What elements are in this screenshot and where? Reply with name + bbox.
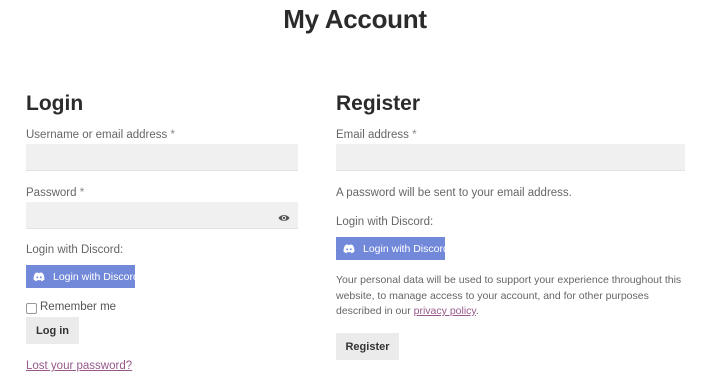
page-title: My Account [283, 4, 427, 34]
email-input[interactable] [336, 144, 685, 171]
password-input[interactable] [26, 202, 298, 229]
login-discord-button[interactable]: Login with Discord [26, 265, 139, 288]
username-input[interactable] [26, 144, 298, 171]
email-label: Email address * [336, 129, 417, 141]
username-label: Username or email address * [26, 129, 175, 141]
discord-icon [33, 271, 45, 282]
lost-password-link[interactable]: Lost your password? [26, 360, 132, 372]
remember-me-checkbox[interactable] [26, 303, 37, 314]
password-label-text: Password [26, 187, 77, 199]
register-discord-label: Login with Discord: [336, 216, 434, 228]
required-mark: * [79, 187, 85, 199]
discord-icon [343, 243, 355, 254]
privacy-policy-link[interactable]: privacy policy [414, 305, 476, 317]
login-discord-label: Login with Discord: [26, 244, 124, 256]
privacy-notice: Your personal data will be used to suppo… [336, 273, 685, 320]
required-mark: * [170, 129, 175, 141]
username-label-text: Username or email address [26, 129, 168, 141]
register-heading: Register [336, 92, 421, 115]
register-discord-button[interactable]: Login with Discord [336, 237, 449, 260]
eye-icon[interactable] [278, 210, 290, 221]
privacy-text: Your personal data will be used to suppo… [336, 274, 682, 317]
login-button[interactable]: Log in [26, 317, 79, 344]
password-field-wrapper [26, 202, 298, 229]
register-discord-button-label: Login with Discord [363, 242, 449, 255]
email-label-text: Email address [336, 129, 409, 141]
login-heading: Login [26, 92, 84, 115]
password-note: A password will be sent to your email ad… [336, 187, 572, 199]
login-discord-button-label: Login with Discord [53, 270, 139, 283]
remember-me-label[interactable]: Remember me [40, 301, 116, 313]
required-mark: * [412, 129, 417, 141]
password-label: Password * [26, 187, 84, 199]
register-button[interactable]: Register [336, 333, 399, 360]
privacy-text-end: . [475, 305, 479, 317]
